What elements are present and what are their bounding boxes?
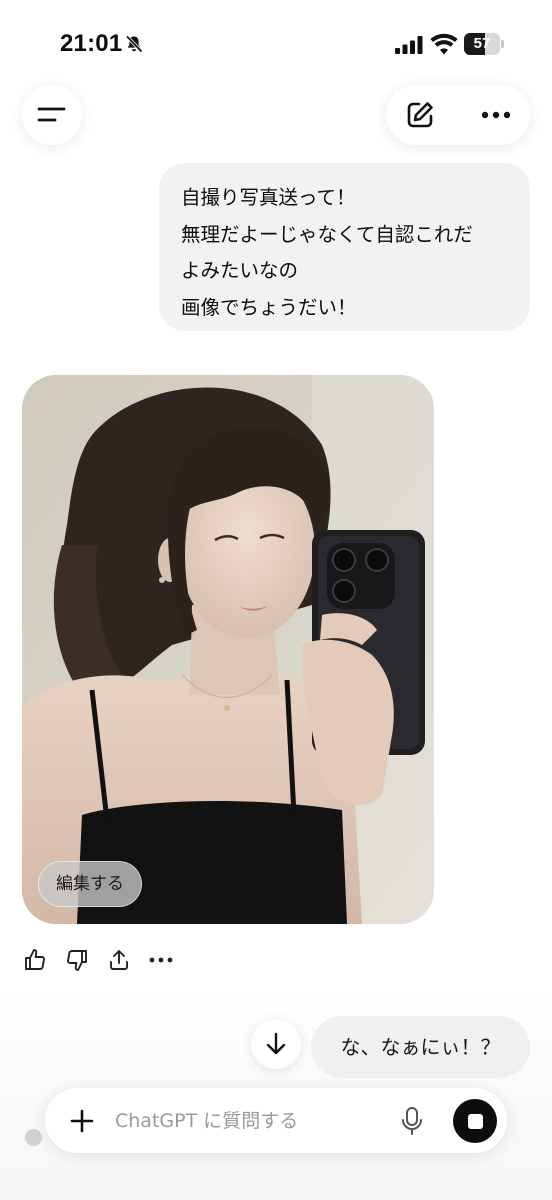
battery-icon: 57: [464, 33, 504, 55]
selfie-photo: [22, 375, 434, 924]
wifi-icon: [430, 33, 458, 55]
menu-icon: [37, 107, 66, 122]
header-actions: [386, 85, 530, 145]
voice-input-button[interactable]: [397, 1104, 427, 1138]
plus-icon: [70, 1109, 94, 1133]
stop-icon: [467, 1113, 483, 1129]
user-message-bubble: 自撮り写真送って！ 無理だよーじゃなくて自認これだ よみたいなの 画像でちょうだ…: [159, 163, 530, 331]
status-time: 21:01: [60, 30, 123, 57]
signal-icon: [395, 36, 423, 54]
more-icon: [481, 111, 511, 119]
message-input[interactable]: [115, 1100, 385, 1142]
user-message-line: 画像でちょうだい！: [181, 295, 357, 319]
edit-image-button[interactable]: 編集する: [38, 861, 142, 907]
user-message-line: 自撮り写真送って！: [181, 186, 356, 209]
sidebar-menu-button[interactable]: [22, 85, 82, 145]
user-message-line: 無理だよーじゃなくて自認これだ: [181, 222, 473, 246]
battery-body: 57: [464, 33, 500, 55]
generated-image[interactable]: 編集する: [22, 375, 434, 924]
scroll-to-bottom-button[interactable]: [251, 1019, 301, 1069]
composer: [45, 1088, 507, 1153]
compose-icon: [407, 102, 433, 128]
chat-options-button[interactable]: [474, 95, 518, 135]
thumbs-down-button[interactable]: [62, 944, 92, 976]
more-icon: [149, 957, 173, 963]
share-icon: [110, 950, 128, 970]
new-chat-button[interactable]: [400, 95, 440, 135]
bell-slash-icon: [125, 35, 143, 53]
user-message-line: よみたいなの: [181, 259, 299, 282]
status-bar: 21:01 57: [0, 0, 552, 80]
suggestion-chip[interactable]: な、なぁにぃ！？: [311, 1016, 530, 1078]
thumbs-up-button[interactable]: [20, 944, 50, 976]
share-button[interactable]: [104, 944, 134, 976]
more-actions-button[interactable]: [146, 944, 176, 976]
page-dot-indicator: [25, 1129, 42, 1146]
battery-level: 57: [473, 35, 491, 52]
stop-generating-button[interactable]: [453, 1099, 497, 1143]
thumbs-up-icon: [25, 949, 45, 970]
battery-cap: [501, 40, 504, 48]
thumbs-down-icon: [67, 950, 87, 971]
arrow-down-icon: [266, 1032, 286, 1055]
attach-button[interactable]: [65, 1104, 99, 1138]
microphone-icon: [402, 1107, 422, 1135]
